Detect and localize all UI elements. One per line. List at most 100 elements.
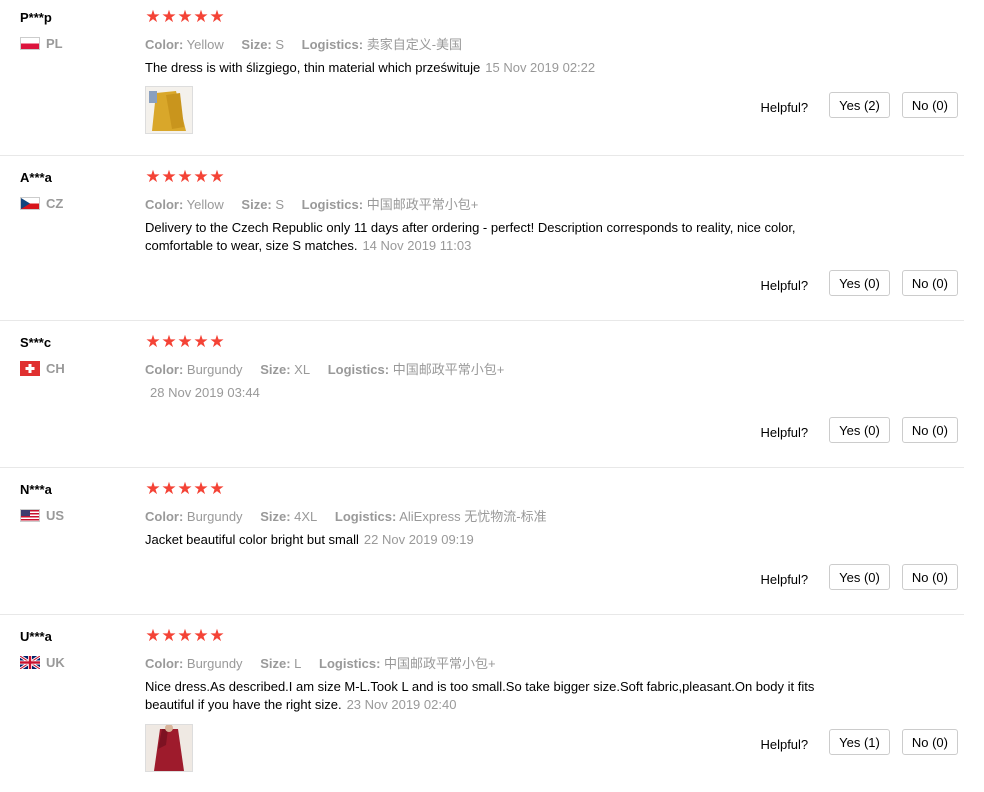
color-label: Color: xyxy=(145,362,184,377)
review-text: The dress is with ślizgiego, thin materi… xyxy=(145,59,845,77)
flag-us-icon xyxy=(20,508,40,522)
country-code: US xyxy=(46,507,65,523)
vote-no-button[interactable]: No (0) xyxy=(901,417,958,443)
vote-no-button[interactable]: No (0) xyxy=(901,729,958,755)
vote-no-button[interactable]: No (0) xyxy=(901,270,958,296)
vote-yes-button[interactable]: Yes (0) xyxy=(829,417,890,443)
reviewer-name: A***a xyxy=(20,170,52,185)
helpful-votes: Helpful? Yes (0) No (0) xyxy=(760,270,958,296)
star-icon: ★ xyxy=(193,479,209,498)
country-code: PL xyxy=(46,35,63,51)
reviewer-country: US xyxy=(20,507,65,523)
reviewer-name: U***a xyxy=(20,629,52,644)
star-icon: ★ xyxy=(209,167,225,186)
helpful-votes: Helpful? Yes (2) No (0) xyxy=(760,92,958,118)
reviewer-country: UK xyxy=(20,654,65,670)
reviewer-name: S***c xyxy=(20,335,52,350)
review-body: Jacket beautiful color bright but small xyxy=(145,532,359,547)
vote-yes-button[interactable]: Yes (1) xyxy=(829,729,890,755)
helpful-votes: Helpful? Yes (0) No (0) xyxy=(760,564,958,590)
logistics-label: Logistics: xyxy=(301,197,364,212)
helpful-label: Helpful? xyxy=(760,99,809,115)
vote-no-button[interactable]: No (0) xyxy=(901,564,958,590)
review-text: 28 Nov 2019 03:44 xyxy=(145,384,845,402)
star-icon: ★ xyxy=(161,167,177,186)
review-item: P***p PL ★★★★★ Color: Yellow Size: S Log… xyxy=(0,0,964,156)
color-label: Color: xyxy=(145,37,184,52)
star-icon: ★ xyxy=(145,479,161,498)
review-item: S***c CH ★★★★★ Color: Burgundy Size: XL … xyxy=(0,325,964,468)
review-date: 14 Nov 2019 11:03 xyxy=(362,238,472,253)
color-label: Color: xyxy=(145,656,184,671)
review-body: Nice dress.As described.I am size M-L.To… xyxy=(145,679,815,712)
flag-uk-icon xyxy=(20,655,40,669)
star-rating: ★★★★★ xyxy=(145,7,225,27)
star-icon: ★ xyxy=(209,7,225,26)
flag-cz-icon xyxy=(20,196,40,210)
review-date: 23 Nov 2019 02:40 xyxy=(346,697,457,712)
logistics-value: 中国邮政平常小包+ xyxy=(384,656,496,671)
review-item: A***a CZ ★★★★★ Color: Yellow Size: S Log… xyxy=(0,160,964,321)
reviewer-country: PL xyxy=(20,35,63,51)
vote-no-button[interactable]: No (0) xyxy=(901,92,958,118)
star-icon: ★ xyxy=(209,332,225,351)
star-icon: ★ xyxy=(209,479,225,498)
logistics-value: AliExpress 无忧物流-标准 xyxy=(399,509,547,524)
helpful-label: Helpful? xyxy=(760,277,809,293)
review-meta: Color: Burgundy Size: XL Logistics: 中国邮政… xyxy=(145,359,518,378)
flag-pl-icon xyxy=(20,36,40,50)
size-value: S xyxy=(275,197,285,212)
size-value: 4XL xyxy=(294,509,318,524)
review-meta: Color: Yellow Size: S Logistics: 中国邮政平常小… xyxy=(145,194,492,213)
logistics-label: Logistics: xyxy=(319,656,381,671)
logistics-value: 中国邮政平常小包+ xyxy=(392,362,505,377)
logistics-label: Logistics: xyxy=(301,37,364,52)
helpful-votes: Helpful? Yes (1) No (0) xyxy=(760,729,958,755)
color-value: Yellow xyxy=(186,197,224,212)
size-label: Size: xyxy=(260,362,291,377)
review-photo-thumbnail[interactable] xyxy=(145,86,193,134)
size-label: Size: xyxy=(241,197,272,212)
vote-yes-button[interactable]: Yes (0) xyxy=(829,270,890,296)
reviewer-country: CZ xyxy=(20,195,64,211)
review-item: N***a US ★★★★★ Color: Burgundy Size: 4XL… xyxy=(0,472,964,615)
color-value: Yellow xyxy=(186,37,224,52)
reviewer-name: N***a xyxy=(20,482,52,497)
reviewer-country: CH xyxy=(20,360,65,376)
review-item: U***a UK ★★★★★ Color: Burgundy Size: L L… xyxy=(0,619,964,792)
country-code: UK xyxy=(46,654,65,670)
review-body: The dress is with ślizgiego, thin materi… xyxy=(145,60,481,75)
star-rating: ★★★★★ xyxy=(145,479,225,499)
star-icon: ★ xyxy=(177,332,193,351)
vote-yes-button[interactable]: Yes (0) xyxy=(829,564,890,590)
color-value: Burgundy xyxy=(186,362,243,377)
star-icon: ★ xyxy=(177,479,193,498)
star-icon: ★ xyxy=(193,167,209,186)
review-date: 22 Nov 2019 09:19 xyxy=(363,532,474,547)
review-text: Nice dress.As described.I am size M-L.To… xyxy=(145,678,845,714)
star-rating: ★★★★★ xyxy=(145,626,225,646)
star-icon: ★ xyxy=(161,479,177,498)
size-label: Size: xyxy=(260,656,291,671)
helpful-label: Helpful? xyxy=(760,424,809,440)
color-label: Color: xyxy=(145,509,184,524)
review-date: 15 Nov 2019 02:22 xyxy=(485,60,596,75)
star-icon: ★ xyxy=(193,7,209,26)
vote-yes-button[interactable]: Yes (2) xyxy=(829,92,890,118)
star-icon: ★ xyxy=(161,7,177,26)
star-icon: ★ xyxy=(145,626,161,645)
size-value: XL xyxy=(294,362,311,377)
star-icon: ★ xyxy=(209,626,225,645)
country-code: CZ xyxy=(46,195,64,211)
review-meta: Color: Burgundy Size: L Logistics: 中国邮政平… xyxy=(145,653,510,672)
review-meta: Color: Yellow Size: S Logistics: 卖家自定义-美… xyxy=(145,34,476,53)
star-icon: ★ xyxy=(161,332,177,351)
review-photo-thumbnail[interactable] xyxy=(145,724,193,772)
star-icon: ★ xyxy=(193,626,209,645)
review-text: Delivery to the Czech Republic only 11 d… xyxy=(145,219,845,255)
burgundy-dress-photo xyxy=(146,725,192,771)
reviewer-name: P***p xyxy=(20,10,52,25)
yellow-dress-photo xyxy=(146,87,192,133)
size-label: Size: xyxy=(260,509,291,524)
logistics-label: Logistics: xyxy=(327,362,390,377)
